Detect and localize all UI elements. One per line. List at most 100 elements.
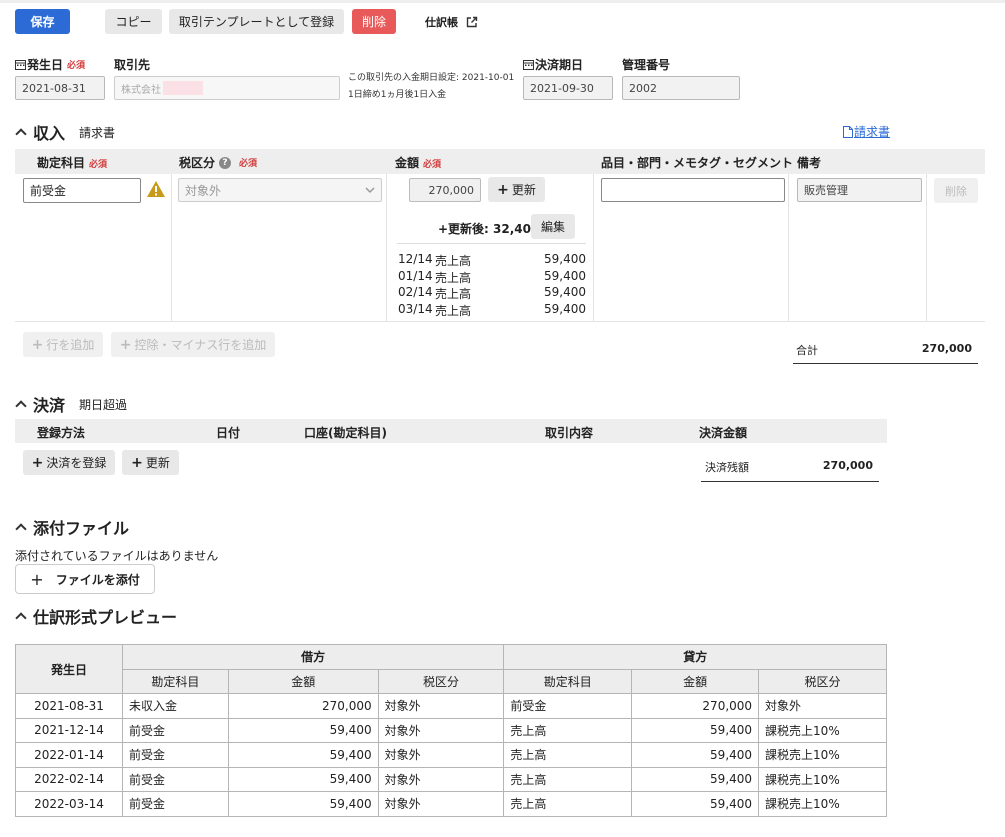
journal-preview-table: 発生日 借方 貸方 勘定科目 金額 税区分 勘定科目 金額 税区分 2021-0… [15,644,887,817]
redacted-block [163,81,203,95]
schedule-account: 売上高 [435,303,472,318]
collapse-caret-icon [15,400,27,412]
add-attachment-button[interactable]: + ファイルを添付 [15,564,155,594]
partner-label: 取引先 [114,58,151,72]
preview-cell-c-amount: 59,400 [631,766,760,792]
attachments-section-title[interactable]: 添付ファイル [15,515,129,539]
preview-cell-date: 2022-02-14 [15,766,123,792]
schedule-amount: 59,400 [544,268,586,283]
preview-cell-c-amount: 59,400 [631,717,760,743]
memo-input[interactable]: 販売管理 [797,178,922,202]
schedule-date: 12/14 [398,252,433,266]
collapse-caret-icon [15,128,27,140]
after-update-text: +更新後: 32,400 [438,222,540,236]
table-row: 2021-08-31 未収入金 270,000 対象外 前受金 270,000 対象外 [15,693,887,719]
preview-cell-d-amount: 59,400 [227,717,379,743]
preview-debit-account: 勘定科目 [121,668,229,694]
col-items: 品目・部門・メモタグ・セグメント [601,156,794,170]
amount-input[interactable]: 270,000 [409,178,481,202]
income-section-title[interactable]: 収入 請求書 [15,120,115,144]
col-tax: 税区分 ? 必須 [179,156,258,170]
delete-button[interactable]: 削除 [352,9,396,34]
calendar-icon [15,60,26,70]
settlement-header-bar [15,419,887,443]
col-amount: 金額 必須 [395,156,442,170]
preview-cell-date: 2022-03-14 [15,791,123,817]
preview-cell-c-amount: 59,400 [631,791,760,817]
preview-cell-d-account: 前受金 [121,766,229,792]
tax-select[interactable]: 対象外 [178,178,382,202]
schedule-date: 02/14 [398,285,433,299]
external-link-icon [466,16,478,28]
partner-input[interactable]: 株式会社 [114,76,340,100]
collapse-caret-icon [15,612,27,624]
preview-cell-d-amount: 59,400 [227,742,379,768]
preview-cell-d-amount: 270,000 [227,693,379,719]
balance-value: 270,000 [822,459,873,472]
table-row: 2022-02-14 前受金 59,400 対象外 売上高 59,400 課税売上10% [15,766,887,792]
preview-cell-d-account: 前受金 [121,791,229,817]
preview-credit-tax: 税区分 [758,668,887,694]
issue-date-input[interactable]: 2021-08-31 [15,76,105,100]
due-date-label: 決済期日 [523,56,583,73]
col-date: 日付 [216,426,241,440]
partner-note-due: この取引先の入金期日設定: 2021-10-01 [348,73,515,83]
row-delete-button[interactable]: 削除 [934,178,978,203]
preview-cell-c-tax: 課税売上10% [758,791,887,817]
overdue-badge: 期日超過 [79,397,128,412]
chevron-down-icon [365,187,375,194]
preview-cell-d-tax: 対象外 [377,693,505,719]
preview-cell-c-tax: 対象外 [758,693,887,719]
schedule-date: 01/14 [398,268,433,283]
preview-cell-d-tax: 対象外 [377,791,505,817]
schedule-account: 売上高 [435,270,472,285]
preview-cell-d-amount: 59,400 [227,766,379,792]
items-input[interactable] [601,178,785,202]
issue-date-label: 発生日 必須 [15,56,85,73]
add-minus-row-button[interactable]: 控除・マイナス行を追加 [111,332,275,357]
preview-col-date: 発生日 [15,644,123,694]
preview-credit-amount: 金額 [631,668,760,694]
schedule-date: 03/14 [398,301,433,316]
preview-cell-d-account: 前受金 [121,717,229,743]
mgmt-no-input[interactable]: 2002 [622,76,740,100]
preview-cell-d-tax: 対象外 [377,717,505,743]
journal-link-label: 仕訳帳 [425,16,458,29]
save-button[interactable]: 保存 [15,9,70,34]
account-input[interactable]: 前受金 [23,178,141,203]
due-date-input[interactable]: 2021-09-30 [523,76,613,100]
preview-cell-date: 2021-08-31 [15,693,123,719]
preview-cell-c-account: 売上高 [503,766,633,792]
preview-section-title[interactable]: 仕訳形式プレビュー [15,604,177,628]
preview-col-debit: 借方 [121,644,505,670]
partner-note-terms: 1日締め1ヵ月後1日入金 [348,90,447,100]
help-icon[interactable]: ? [219,156,232,169]
edit-button[interactable]: 編集 [531,214,575,239]
invoice-link[interactable]: 請求書 [843,123,890,140]
preview-debit-tax: 税区分 [377,668,505,694]
schedule-amount: 59,400 [544,301,586,316]
col-method: 登録方法 [37,426,86,440]
journal-link[interactable]: 仕訳帳 [425,14,478,30]
settlement-update-button[interactable]: 更新 [122,450,179,475]
col-wallet: 口座(勘定科目) [304,426,387,440]
plus-icon: + [30,569,44,589]
register-template-button[interactable]: 取引テンプレートとして登録 [169,9,344,34]
settlement-section-title[interactable]: 決済 期日超過 [15,392,127,416]
copy-button[interactable]: コピー [105,9,162,34]
income-header-bar [15,149,985,174]
add-row-button[interactable]: 行を追加 [23,332,103,357]
schedule-account: 売上高 [435,287,472,301]
schedule-amount: 59,400 [544,285,586,299]
preview-credit-account: 勘定科目 [503,668,633,694]
preview-cell-date: 2022-01-14 [15,742,123,768]
balance-label: 決済残額 [705,461,749,474]
schedule-account: 売上高 [435,254,472,268]
update-amount-button[interactable]: 更新 [488,177,545,202]
preview-cell-c-account: 前受金 [503,693,633,719]
table-row: 2021-12-14 前受金 59,400 対象外 売上高 59,400 課税売上10% [15,717,887,743]
preview-cell-date: 2021-12-14 [15,717,123,743]
table-row: 2022-03-14 前受金 59,400 対象外 売上高 59,400 課税売上10% [15,791,887,817]
preview-cell-d-account: 未収入金 [121,693,229,719]
register-settlement-button[interactable]: 決済を登録 [23,450,115,475]
